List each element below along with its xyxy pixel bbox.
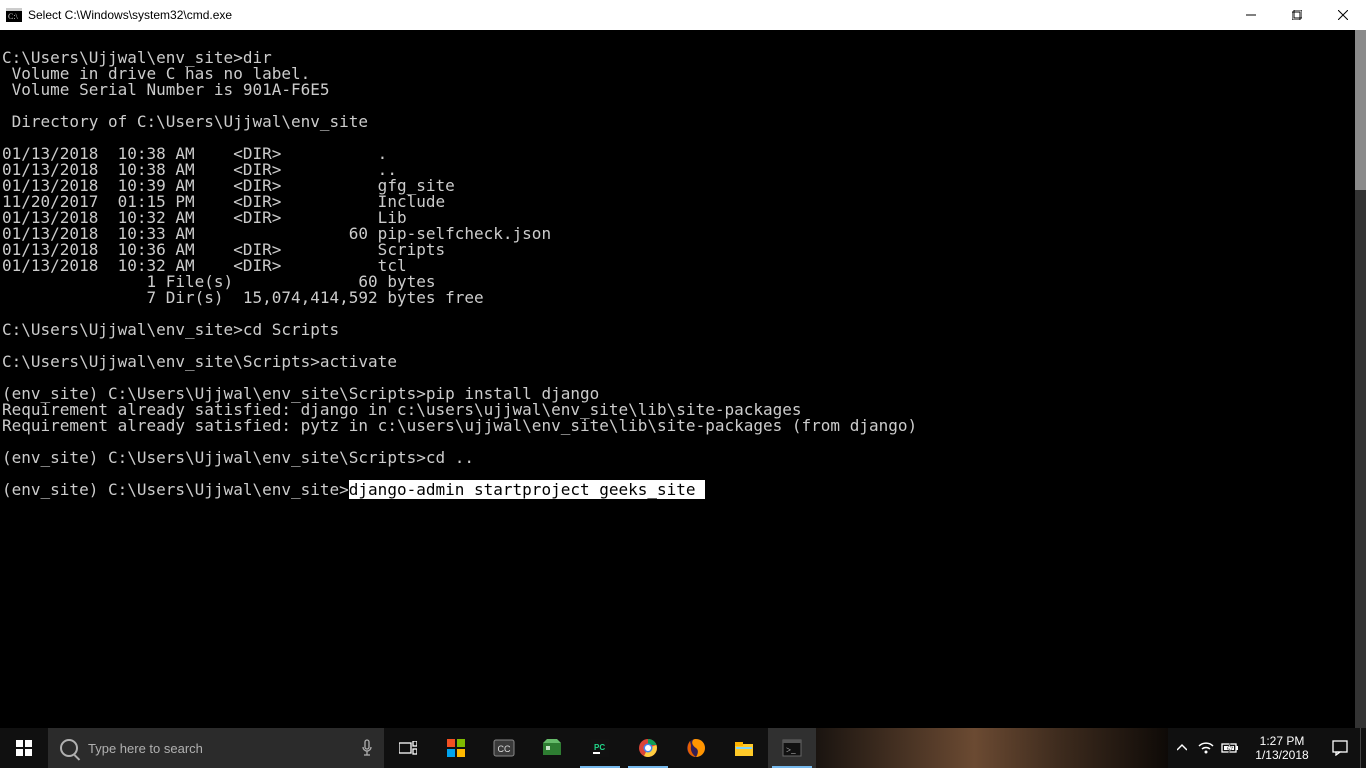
vertical-scrollbar[interactable] — [1355, 30, 1366, 728]
clock-date: 1/13/2018 — [1255, 748, 1308, 762]
taskbar-app-pycharm[interactable]: PC — [576, 728, 624, 768]
terminal-output[interactable]: C:\Users\Ujjwal\env_site>dir Volume in d… — [0, 30, 1355, 728]
svg-text:PC: PC — [594, 743, 605, 752]
cmd-icon: C:\ — [6, 8, 22, 22]
window-title: Select C:\Windows\system32\cmd.exe — [28, 8, 232, 22]
wifi-icon[interactable] — [1194, 728, 1218, 768]
taskbar-pinned-apps: CC PC >_ — [432, 728, 816, 768]
taskbar-search[interactable]: Type here to search — [48, 728, 384, 768]
taskbar-clock[interactable]: 1:27 PM 1/13/2018 — [1244, 728, 1320, 768]
show-desktop-button[interactable] — [1360, 728, 1366, 768]
start-button[interactable] — [0, 728, 48, 768]
minimize-button[interactable] — [1228, 0, 1274, 30]
maximize-button[interactable] — [1274, 0, 1320, 30]
taskbar-app-codeblocks[interactable] — [528, 728, 576, 768]
svg-text:CC: CC — [498, 744, 511, 754]
scrollbar-thumb[interactable] — [1355, 30, 1366, 190]
taskbar-app-cmd[interactable]: >_ — [768, 728, 816, 768]
clock-time: 1:27 PM — [1260, 734, 1305, 748]
search-placeholder: Type here to search — [88, 741, 350, 756]
taskbar-app-file-explorer[interactable] — [720, 728, 768, 768]
svg-text:>_: >_ — [786, 745, 796, 755]
task-view-button[interactable] — [384, 728, 432, 768]
terminal-area: C:\Users\Ujjwal\env_site>dir Volume in d… — [0, 30, 1366, 728]
taskbar-app-cc[interactable]: CC — [480, 728, 528, 768]
taskbar-app-microsoft-store[interactable] — [432, 728, 480, 768]
taskbar-app-chrome[interactable] — [624, 728, 672, 768]
microphone-icon[interactable] — [350, 739, 384, 757]
taskbar: Type here to search CC PC — [0, 728, 1366, 768]
taskbar-desktop-peek-area — [816, 728, 1168, 768]
window-titlebar: C:\ Select C:\Windows\system32\cmd.exe — [0, 0, 1366, 30]
cortana-icon — [60, 739, 78, 757]
svg-text:C:\: C:\ — [8, 12, 19, 21]
system-tray — [1168, 728, 1244, 768]
action-center-button[interactable] — [1320, 728, 1360, 768]
tray-overflow-icon[interactable] — [1170, 728, 1194, 768]
battery-icon[interactable] — [1218, 728, 1242, 768]
close-button[interactable] — [1320, 0, 1366, 30]
taskbar-app-firefox[interactable] — [672, 728, 720, 768]
